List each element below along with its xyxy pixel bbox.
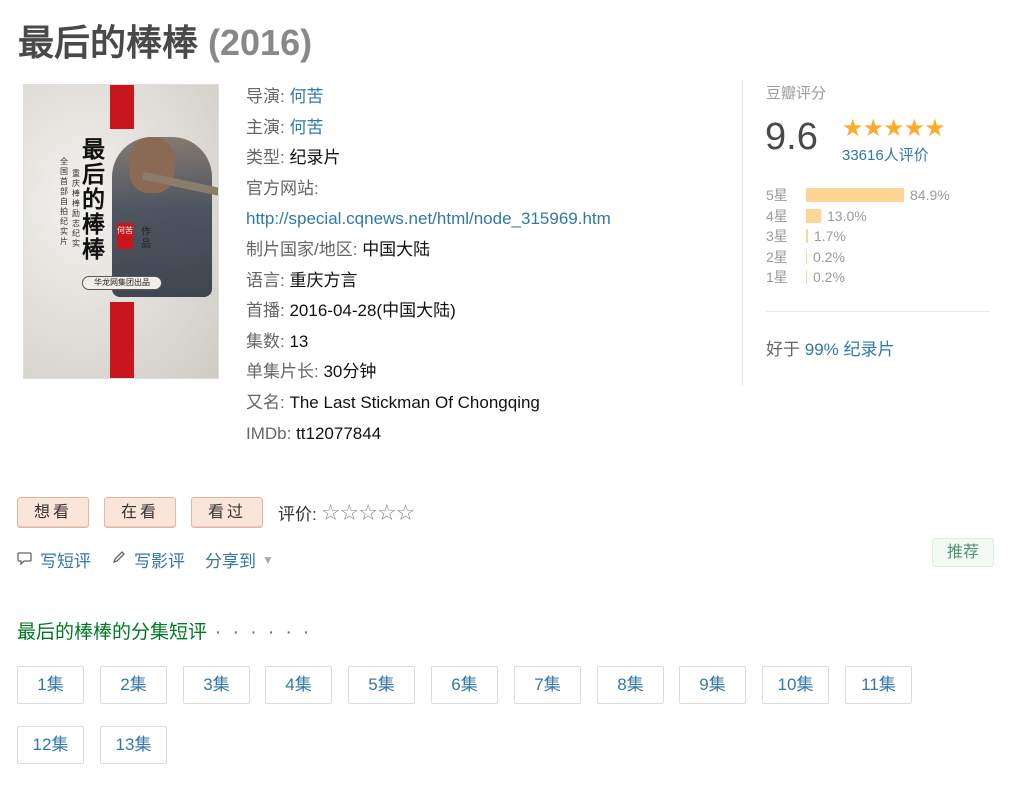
info-website-label: 官方网站: bbox=[246, 178, 319, 198]
recommend-button[interactable]: 推荐 bbox=[932, 538, 995, 567]
watching-button[interactable]: 在看 bbox=[104, 497, 177, 528]
poster-red-band-bottom bbox=[110, 302, 134, 378]
rating-row-label: 5星 bbox=[766, 187, 788, 204]
rating-row-bar bbox=[806, 208, 821, 223]
rating-row-label: 3星 bbox=[766, 228, 788, 245]
rating-divider bbox=[766, 311, 990, 312]
rating-row: 3星 1.7% bbox=[766, 226, 986, 247]
poster-red-band-top bbox=[110, 85, 134, 129]
rating-row-bar bbox=[806, 270, 807, 285]
episode-button[interactable]: 8集 bbox=[597, 666, 664, 704]
title-year: (2016) bbox=[208, 22, 313, 63]
director-link[interactable]: 何苦 bbox=[289, 87, 323, 106]
better-than-link[interactable]: 99% 纪录片 bbox=[805, 340, 895, 359]
comment-icon bbox=[17, 551, 32, 569]
write-review-link[interactable]: 写影评 bbox=[111, 547, 185, 572]
info-imdb: IMDb: tt12077844 bbox=[246, 423, 382, 443]
rate-label: 评价: bbox=[278, 505, 317, 524]
rate-stars-input[interactable]: ☆☆☆☆☆ bbox=[321, 500, 416, 526]
cast-link[interactable]: 何苦 bbox=[289, 118, 323, 137]
episode-button[interactable]: 6集 bbox=[431, 666, 498, 704]
info-runtime: 单集片长: 30分钟 bbox=[246, 362, 377, 382]
rating-distribution: 5星 84.9% 4星 13.0% 3星 1.7% 2星 0.2% 1星 0.2% bbox=[766, 185, 986, 288]
rating-stars-icon: ★★★★★ bbox=[842, 115, 946, 142]
rating-row-bar bbox=[806, 229, 808, 244]
rating-panel: 豆瓣评分 9.6 ★★★★★ 33616人评价 5星 84.9% 4星 13.0% 3星… bbox=[742, 80, 992, 386]
rating-row-label: 4星 bbox=[766, 207, 788, 224]
info-language: 语言: 重庆方言 bbox=[246, 270, 358, 290]
info-website: http://special.cqnews.net/html/node_3159… bbox=[246, 204, 686, 235]
episode-button[interactable]: 2集 bbox=[100, 666, 167, 704]
episode-button[interactable]: 11集 bbox=[845, 666, 912, 704]
poster-seal: 何苦 bbox=[117, 223, 133, 249]
poster-works: 作品 bbox=[141, 227, 151, 250]
info-premiere: 首播: 2016-04-28(中国大陆) bbox=[246, 301, 456, 321]
rating-row-bar bbox=[806, 188, 904, 203]
info-episodes: 集数: 13 bbox=[246, 331, 309, 351]
want-to-watch-button[interactable]: 想看 bbox=[17, 497, 90, 528]
info-genre: 类型: 纪录片 bbox=[246, 148, 341, 168]
page-title: 最后的棒棒 (2016) bbox=[18, 14, 312, 66]
rating-row: 1星 0.2% bbox=[766, 267, 986, 288]
poster-image[interactable]: 最后的棒棒 全国首部自拍纪实片 重庆棒棒励志纪实 何苦 作品 华龙网集团出品 bbox=[23, 84, 219, 379]
rating-row: 2星 0.2% bbox=[766, 247, 986, 268]
poster-producer: 华龙网集团出品 bbox=[82, 276, 162, 290]
website-link[interactable]: http://special.cqnews.net/html/node_3159… bbox=[246, 209, 611, 228]
rating-label: 豆瓣评分 bbox=[766, 85, 827, 102]
section-dots: · · · · · · bbox=[215, 622, 313, 643]
rating-row: 4星 13.0% bbox=[766, 206, 986, 227]
episode-button[interactable]: 1集 bbox=[17, 666, 84, 704]
episode-button[interactable]: 13集 bbox=[100, 726, 167, 764]
write-short-review-link[interactable]: 写短评 bbox=[17, 547, 91, 572]
poster-title: 最后的棒棒 bbox=[82, 136, 105, 263]
episode-button[interactable]: 7集 bbox=[514, 666, 581, 704]
pencil-icon bbox=[111, 550, 126, 569]
rating-better-than: 好于 99% 纪录片 bbox=[766, 340, 895, 359]
info-cast: 主演: 何苦 bbox=[246, 117, 324, 137]
rating-row-percent: 84.9% bbox=[910, 187, 950, 204]
poster-subtitle-a: 全国首部自拍纪实片 bbox=[60, 157, 68, 246]
rating-row-label: 1星 bbox=[766, 269, 788, 286]
rating-votes-link[interactable]: 33616人评价 bbox=[842, 144, 929, 165]
share-dropdown[interactable]: 分享到 ▼ bbox=[205, 547, 274, 572]
watched-button[interactable]: 看过 bbox=[191, 497, 264, 528]
info-panel: 导演: 何苦 主演: 何苦 类型: 纪录片 官方网站: http://speci… bbox=[246, 82, 686, 449]
rating-row-percent: 0.2% bbox=[813, 269, 845, 286]
rating-score: 9.6 bbox=[765, 116, 818, 158]
info-director: 导演: 何苦 bbox=[246, 87, 324, 106]
rating-row-bar bbox=[806, 249, 807, 264]
episode-button[interactable]: 4集 bbox=[265, 666, 332, 704]
rating-row-label: 2星 bbox=[766, 248, 788, 265]
poster-subtitle-b: 重庆棒棒励志纪实 bbox=[72, 169, 80, 248]
chevron-down-icon: ▼ bbox=[262, 552, 274, 567]
episode-button[interactable]: 12集 bbox=[17, 726, 84, 764]
rating-row: 5星 84.9% bbox=[766, 185, 986, 206]
title-text: 最后的棒棒 bbox=[18, 22, 199, 63]
rating-row-percent: 1.7% bbox=[813, 228, 846, 245]
rating-row-percent: 0.2% bbox=[813, 248, 845, 265]
episode-button[interactable]: 3集 bbox=[183, 666, 250, 704]
collect-actions: 想看 在看 看过 评价: ☆☆☆☆☆ bbox=[17, 497, 416, 528]
episode-reviews-heading: 最后的棒棒的分集短评 · · · · · · bbox=[17, 622, 313, 643]
info-region: 制片国家/地区: 中国大陆 bbox=[246, 239, 431, 259]
rating-row-percent: 13.0% bbox=[827, 207, 867, 224]
info-aka: 又名: The Last Stickman Of Chongqing bbox=[246, 392, 540, 412]
sub-actions: 写短评 写影评 分享到 ▼ bbox=[17, 547, 294, 572]
episode-button[interactable]: 10集 bbox=[762, 666, 829, 704]
episode-button[interactable]: 5集 bbox=[348, 666, 415, 704]
episode-button[interactable]: 9集 bbox=[679, 666, 746, 704]
